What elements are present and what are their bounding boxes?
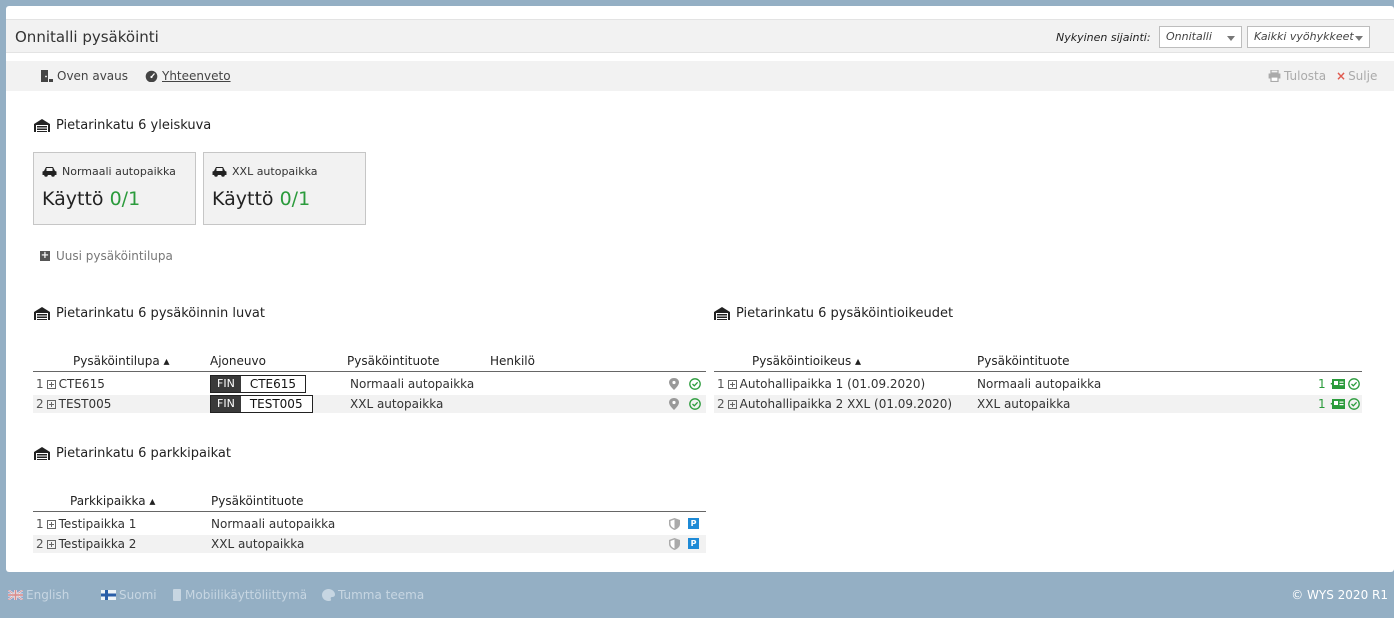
- column-header-product[interactable]: Pysäköintituote: [347, 354, 440, 368]
- door-open-label: Oven avaus: [57, 69, 129, 83]
- car-icon: [212, 167, 227, 177]
- print-label: Tulosta: [1284, 69, 1327, 83]
- table-divider: [714, 371, 1362, 372]
- door-icon: [41, 70, 53, 82]
- expand-icon[interactable]: [46, 520, 56, 529]
- parking-badge-icon[interactable]: P: [688, 538, 699, 549]
- expand-icon[interactable]: [46, 540, 56, 549]
- app-title: Onnitalli pysäköinti: [15, 28, 159, 46]
- summary-link[interactable]: Yhteenveto: [145, 69, 231, 83]
- column-header-right[interactable]: Pysäköintioikeus ▴: [752, 354, 861, 368]
- column-header-person[interactable]: Henkilö: [490, 354, 535, 368]
- column-header-product[interactable]: Pysäköintituote: [977, 354, 1070, 368]
- license-plate: FIN CTE615: [210, 375, 307, 393]
- license-plate: FIN TEST005: [210, 395, 313, 413]
- location-pin-icon[interactable]: [669, 378, 679, 390]
- usage-card-normal[interactable]: Normaali autopaikka Käyttö 0/1: [33, 152, 196, 225]
- garage-icon: [714, 307, 730, 320]
- column-header-vehicle[interactable]: Ajoneuvo: [210, 354, 266, 368]
- shield-icon: [669, 518, 680, 530]
- usage-card-xxl[interactable]: XXL autopaikka Käyttö 0/1: [203, 152, 366, 225]
- finland-flag-icon: [101, 590, 116, 600]
- car-icon: [42, 167, 57, 177]
- expand-icon[interactable]: [46, 400, 56, 409]
- main-panel: Onnitalli pysäköinti Nykyinen sijainti: …: [6, 6, 1394, 572]
- close-label: Sulje: [1348, 69, 1378, 83]
- close-button[interactable]: × Sulje: [1336, 69, 1377, 83]
- permits-title: Pietarinkatu 6 pysäköinnin luvat: [34, 306, 265, 321]
- chevron-down-icon: [1355, 36, 1363, 41]
- language-finnish[interactable]: Suomi: [101, 588, 157, 602]
- zone-select[interactable]: Kaikki vyöhykkeet: [1247, 26, 1370, 48]
- zone-select-value: Kaikki vyöhykkeet: [1254, 30, 1354, 43]
- parking-badge-icon[interactable]: P: [688, 518, 699, 529]
- new-permit-button[interactable]: + Uusi pysäköintilupa: [40, 249, 173, 263]
- dark-theme-toggle[interactable]: Tumma teema: [322, 588, 424, 602]
- check-circle-icon: [1348, 398, 1360, 410]
- expand-icon[interactable]: [727, 380, 737, 389]
- table-divider: [33, 371, 706, 372]
- column-header-spot[interactable]: Parkkipaikka ▴: [70, 494, 155, 508]
- mobile-phone-icon: [173, 589, 181, 601]
- table-row[interactable]: 1 Autohallipaikka 1 (01.09.2020) Normaali…: [714, 375, 1362, 393]
- mobile-ui-link[interactable]: Mobiilikäyttöliittymä: [173, 588, 307, 602]
- table-row[interactable]: 2 TEST005 FIN TEST005 XXL autopaikka: [33, 395, 706, 413]
- column-header-product[interactable]: Pysäköintituote: [211, 494, 304, 508]
- usage-value: Käyttö 0/1: [212, 188, 311, 210]
- app-header: Onnitalli pysäköinti Nykyinen sijainti: …: [6, 19, 1394, 53]
- palette-icon: [322, 589, 335, 601]
- uk-flag-icon: [8, 590, 23, 600]
- printer-icon: [1268, 70, 1281, 82]
- chevron-down-icon: [1227, 36, 1235, 41]
- garage-icon: [34, 447, 50, 460]
- overview-title: Pietarinkatu 6 yleiskuva: [34, 118, 211, 133]
- language-english[interactable]: English: [8, 588, 69, 602]
- usage-card-title: XXL autopaikka: [212, 165, 318, 178]
- spots-title: Pietarinkatu 6 parkkipaikat: [34, 446, 231, 461]
- usage-value: Käyttö 0/1: [42, 188, 141, 210]
- location-pin-icon[interactable]: [669, 398, 679, 410]
- location-select[interactable]: Onnitalli: [1159, 26, 1242, 48]
- expand-icon[interactable]: [46, 380, 56, 389]
- door-open-button[interactable]: Oven avaus: [40, 69, 128, 83]
- toolbar: Oven avaus Yhteenveto Tulosta × Sulje: [6, 61, 1394, 91]
- column-header-permit[interactable]: Pysäköintilupa ▴: [73, 354, 170, 368]
- id-card-icon: [1332, 399, 1345, 409]
- location-select-value: Onnitalli: [1166, 30, 1212, 43]
- plus-icon: +: [40, 250, 50, 261]
- location-label: Nykyinen sijainti:: [1056, 31, 1151, 44]
- check-circle-icon: [1348, 378, 1360, 390]
- id-card-icon: [1332, 379, 1345, 389]
- table-divider: [33, 511, 706, 512]
- table-row[interactable]: 2 Autohallipaikka 2 XXL (01.09.2020) XXL …: [714, 395, 1362, 413]
- summary-label: Yhteenveto: [162, 69, 231, 83]
- overview-title-text: Pietarinkatu 6 yleiskuva: [56, 118, 212, 133]
- rights-title: Pietarinkatu 6 pysäköintioikeudet: [714, 306, 953, 321]
- check-circle-icon: [689, 398, 701, 410]
- garage-icon: [34, 307, 50, 320]
- print-button[interactable]: Tulosta: [1268, 69, 1326, 83]
- check-circle-icon: [689, 378, 701, 390]
- close-icon: ×: [1336, 69, 1347, 83]
- shield-icon: [669, 538, 680, 550]
- dashboard-icon: [145, 70, 158, 82]
- table-row[interactable]: 1 Testipaikka 1 Normaali autopaikka P: [33, 515, 706, 533]
- new-permit-label: Uusi pysäköintilupa: [56, 249, 173, 263]
- garage-icon: [34, 119, 50, 132]
- expand-icon[interactable]: [727, 400, 737, 409]
- table-row[interactable]: 2 Testipaikka 2 XXL autopaikka P: [33, 535, 706, 553]
- usage-card-title: Normaali autopaikka: [42, 165, 176, 178]
- copyright-text: © WYS 2020 R1: [1291, 588, 1388, 602]
- table-row[interactable]: 1 CTE615 FIN CTE615 Normaali autopaikka: [33, 375, 706, 393]
